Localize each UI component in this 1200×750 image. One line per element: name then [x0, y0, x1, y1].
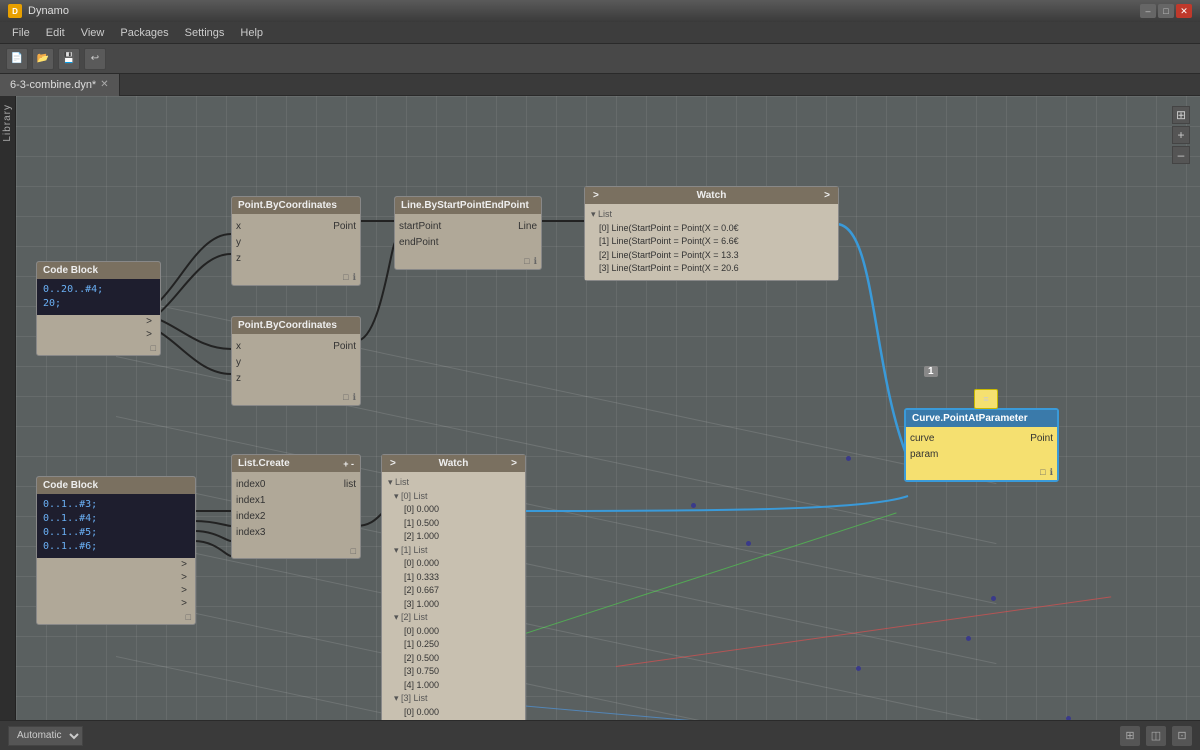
watch-bottom-node[interactable]: > Watch > ▾ List ▾ [0] List [0] 0.000 [1…: [381, 454, 526, 720]
sidebar: Library: [0, 96, 16, 720]
cb2-out-1: >: [37, 558, 195, 571]
point-by-coords-2-title: Point.ByCoordinates: [232, 317, 360, 334]
status-icon-2[interactable]: ◫: [1146, 726, 1166, 746]
tab-main[interactable]: 6-3-combine.dyn* ✕: [0, 74, 120, 96]
menu-packages[interactable]: Packages: [112, 25, 176, 41]
lbse-footer: □: [524, 256, 529, 267]
canvas[interactable]: Code Block 0..20..#4;20; > > □ Point.ByC…: [16, 96, 1200, 720]
sidebar-library-label: Library: [2, 104, 13, 142]
toolbar-open[interactable]: 📂: [32, 48, 54, 70]
cpap-footer: □: [1040, 467, 1045, 478]
pbc2-footer: □: [343, 392, 348, 403]
point-by-coords-1-node[interactable]: Point.ByCoordinates x Point y z □ ℹ: [231, 196, 361, 286]
canvas-dot-5: [856, 666, 861, 671]
tab-close-button[interactable]: ✕: [100, 79, 108, 90]
zoom-in-button[interactable]: +: [1172, 126, 1190, 144]
point-by-coords-2-node[interactable]: Point.ByCoordinates x Point y z □ ℹ: [231, 316, 361, 406]
close-button[interactable]: ✕: [1176, 4, 1192, 18]
window-controls: – □ ✕: [1140, 4, 1192, 18]
cb2-footer: □: [186, 612, 191, 622]
watch-bottom-body: ▾ List ▾ [0] List [0] 0.000 [1] 0.500 [2…: [382, 472, 525, 720]
cb2-out-3: >: [37, 584, 195, 597]
point-by-coords-2-body: x Point y z: [232, 334, 360, 390]
code-block-1-out-1: >: [37, 315, 160, 328]
code-block-1-out-2: >: [37, 328, 160, 341]
curve-point-at-param-title: Curve.PointAtParameter: [906, 410, 1057, 427]
code-block-2-title: Code Block: [37, 477, 195, 494]
pbc1-footer: □: [343, 272, 348, 283]
code-block-node-1[interactable]: Code Block 0..20..#4;20; > > □: [36, 261, 161, 356]
canvas-dot-2: [691, 503, 696, 508]
app-title: Dynamo: [28, 5, 1140, 17]
cb2-out-2: >: [37, 571, 195, 584]
tab-label: 6-3-combine.dyn*: [10, 79, 96, 91]
status-icons: ⊞ ◫ ⊡: [1120, 726, 1192, 746]
status-icon-3[interactable]: ⊡: [1172, 726, 1192, 746]
zoom-controls: ⊞ + –: [1172, 106, 1190, 164]
list-create-node[interactable]: List.Create + - index0 list index1 index…: [231, 454, 361, 559]
run-mode-select[interactable]: Automatic Manual: [8, 726, 83, 746]
curve-point-at-param-node[interactable]: Curve.PointAtParameter curve Point param…: [904, 408, 1059, 482]
titlebar: D Dynamo – □ ✕: [0, 0, 1200, 22]
lc-footer: □: [351, 546, 356, 556]
menu-help[interactable]: Help: [232, 25, 271, 41]
curve-point-at-param-body: curve Point param: [906, 427, 1057, 465]
toolbar: 📄 📂 💾 ↩: [0, 44, 1200, 74]
menu-edit[interactable]: Edit: [38, 25, 73, 41]
watch-bottom-title: > Watch >: [382, 455, 525, 472]
zoom-fit-button[interactable]: ⊞: [1172, 106, 1190, 124]
cb2-out-4: >: [37, 597, 195, 610]
note-icon[interactable]: ≡: [974, 389, 998, 409]
code-block-1-content: 0..20..#4;20;: [37, 279, 160, 315]
code-block-2-content: 0..1..#3;0..1..#4;0..1..#5;0..1..#6;: [37, 494, 195, 558]
point-by-coords-1-title: Point.ByCoordinates: [232, 197, 360, 214]
line-by-start-end-node[interactable]: Line.ByStartPointEndPoint startPoint Lin…: [394, 196, 542, 270]
menu-file[interactable]: File: [4, 25, 38, 41]
zoom-out-button[interactable]: –: [1172, 146, 1190, 164]
watch-top-node[interactable]: > Watch > ▾ List [0] Line(StartPoint = P…: [584, 186, 839, 281]
canvas-dot-4: [991, 596, 996, 601]
maximize-button[interactable]: □: [1158, 4, 1174, 18]
badge-1: 1: [924, 366, 938, 377]
tabbar: 6-3-combine.dyn* ✕: [0, 74, 1200, 96]
point-by-coords-1-body: x Point y z: [232, 214, 360, 270]
toolbar-save[interactable]: 💾: [58, 48, 80, 70]
canvas-dot-6: [966, 636, 971, 641]
toolbar-undo[interactable]: ↩: [84, 48, 106, 70]
code-block-1-title: Code Block: [37, 262, 160, 279]
line-by-start-end-body: startPoint Line endPoint: [395, 214, 541, 254]
code-block-node-2[interactable]: Code Block 0..1..#3;0..1..#4;0..1..#5;0.…: [36, 476, 196, 625]
toolbar-new[interactable]: 📄: [6, 48, 28, 70]
canvas-dot-3: [746, 541, 751, 546]
statusbar: Automatic Manual ⊞ ◫ ⊡: [0, 720, 1200, 750]
menu-view[interactable]: View: [73, 25, 113, 41]
watch-top-title: > Watch >: [585, 187, 838, 204]
menubar: File Edit View Packages Settings Help: [0, 22, 1200, 44]
list-create-body: index0 list index1 index2 index3: [232, 472, 360, 544]
line-by-start-end-title: Line.ByStartPointEndPoint: [395, 197, 541, 214]
watch-top-body: ▾ List [0] Line(StartPoint = Point(X = 0…: [585, 204, 838, 280]
code-block-1-footer-icon: □: [151, 343, 156, 353]
minimize-button[interactable]: –: [1140, 4, 1156, 18]
canvas-dot-1: [846, 456, 851, 461]
app-icon: D: [8, 4, 22, 18]
menu-settings[interactable]: Settings: [177, 25, 233, 41]
list-create-title: List.Create + -: [232, 455, 360, 472]
status-icon-1[interactable]: ⊞: [1120, 726, 1140, 746]
